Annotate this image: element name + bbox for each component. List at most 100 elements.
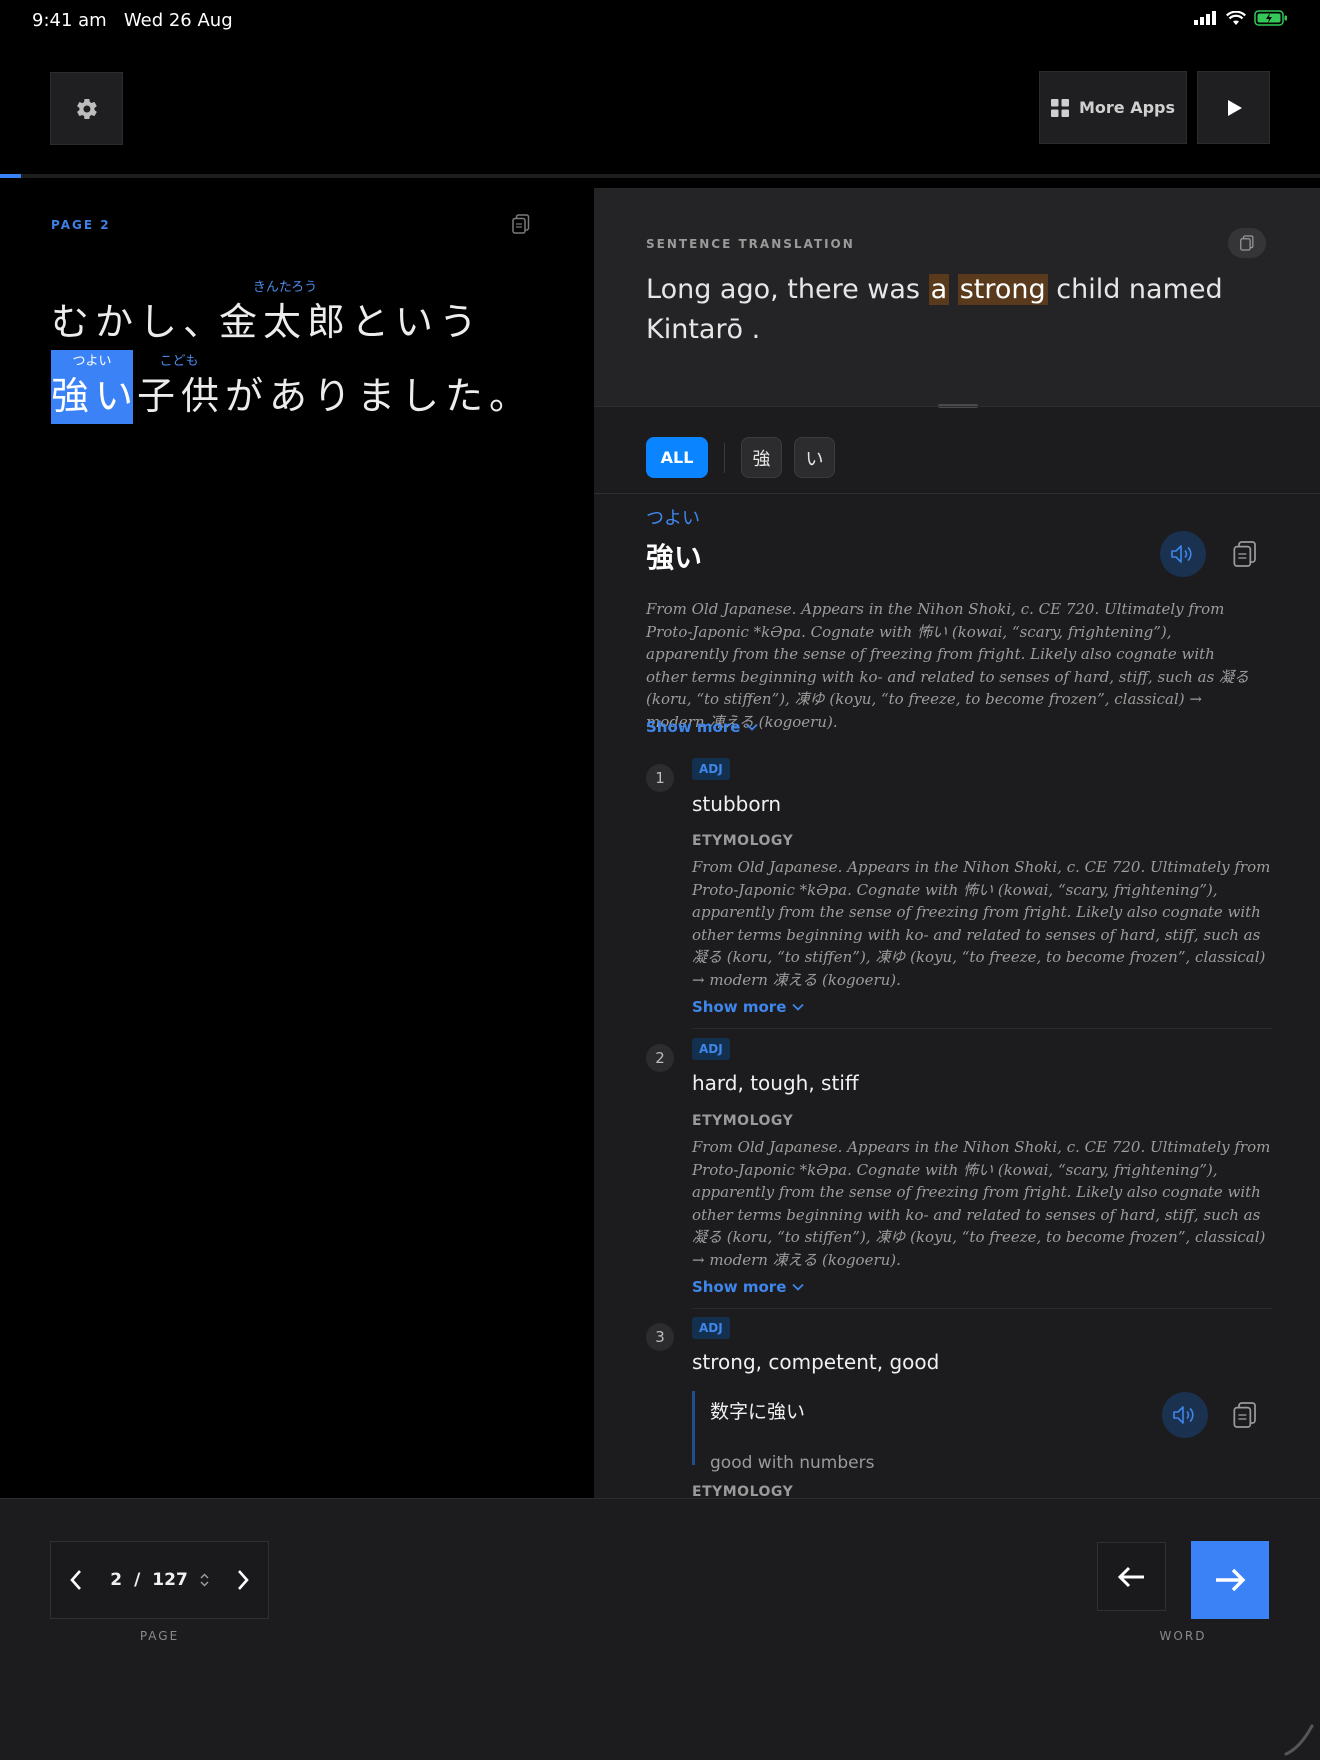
play-example-button[interactable] — [1162, 1392, 1208, 1438]
character-filter: ALL 強 い — [646, 437, 835, 478]
copy-icon — [1240, 235, 1254, 251]
gear-icon — [76, 98, 97, 119]
copy-icon — [1233, 1402, 1256, 1428]
more-apps-button[interactable]: More Apps — [1039, 71, 1187, 144]
text-line-1: むかし、 きんたろう 金太郎 という — [51, 276, 571, 350]
status-date: Wed 26 Aug — [123, 10, 233, 31]
translation-text-part: . — [743, 314, 761, 345]
status-icons — [1194, 10, 1288, 26]
reader-pane: PAGE 2 むかし、 きんたろう 金太郎 という つよい 強い こども 子供 … — [0, 178, 594, 1498]
page-separator: / — [134, 1570, 141, 1590]
etymology-label: ETYMOLOGY — [692, 1113, 794, 1129]
word-tsuyoi-selected[interactable]: つよい 強い — [51, 350, 133, 424]
text-line-2: つよい 強い こども 子供 がありました。 — [51, 350, 571, 424]
show-more-link[interactable]: Show more — [692, 998, 805, 1016]
word-text: がありました。 — [225, 374, 534, 418]
chevron-left-icon — [70, 1570, 81, 1590]
arrow-right-icon — [1216, 1568, 1246, 1592]
signal-icon — [1194, 11, 1216, 25]
copy-word-button[interactable] — [1230, 538, 1260, 570]
japanese-text: むかし、 きんたろう 金太郎 という つよい 強い こども 子供 がありました。 — [51, 276, 571, 424]
settings-button[interactable] — [50, 72, 123, 145]
play-pronunciation-button[interactable] — [1160, 531, 1206, 577]
speaker-icon — [1171, 545, 1192, 563]
copy-icon — [512, 214, 530, 234]
pos-badge: ADJ — [692, 758, 730, 780]
filter-all-chip[interactable]: ALL — [646, 437, 708, 478]
example-english: good with numbers — [710, 1453, 875, 1473]
word-gaarimashita[interactable]: がありました。 — [225, 350, 527, 424]
sense-etymology: From Old Japanese. Appears in the Nihon … — [692, 1138, 1271, 1269]
speaker-icon — [1173, 1406, 1194, 1424]
previous-word-button[interactable] — [1097, 1542, 1166, 1611]
sense-divider — [692, 1308, 1272, 1309]
show-more-link[interactable]: Show more — [692, 1278, 805, 1296]
translation-word-highlighted[interactable]: strong — [957, 274, 1048, 305]
sense-number: 3 — [646, 1323, 674, 1351]
word-mukashi[interactable]: むかし、 — [51, 276, 221, 350]
page-pager: 2 / 127 — [50, 1541, 269, 1619]
word-toiu[interactable]: という — [351, 276, 483, 350]
show-more-label: Show more — [692, 998, 787, 1016]
divider — [594, 493, 1320, 494]
play-button[interactable] — [1197, 71, 1270, 144]
show-more-label: Show more — [646, 718, 741, 736]
dictionary-pane: SENTENCE TRANSLATION Long ago, there was… — [594, 188, 1320, 1498]
sense-number: 1 — [646, 764, 674, 792]
previous-page-button[interactable] — [51, 1541, 101, 1619]
grid-icon — [1050, 98, 1069, 117]
sense-divider — [692, 1028, 1272, 1029]
show-more-label: Show more — [692, 1278, 787, 1296]
copy-example-button[interactable] — [1230, 1399, 1260, 1431]
word-text: 金太郎 — [219, 300, 352, 344]
chevron-down-icon — [746, 723, 759, 731]
bottom-bar: 2 / 127 PAGE WORD — [0, 1498, 1320, 1760]
word-kodomo[interactable]: こども 子供 — [137, 350, 221, 424]
filter-char-chip[interactable]: い — [794, 437, 835, 478]
show-more-link[interactable]: Show more — [646, 718, 759, 736]
example-japanese: 数字に強い — [710, 1401, 806, 1423]
word-text: という — [351, 300, 484, 344]
chevron-down-icon — [792, 1283, 805, 1291]
translation-text: Long ago, there was a strong child named… — [646, 270, 1266, 350]
chip-separator — [724, 442, 725, 473]
page-selector[interactable]: 2 / 127 — [101, 1570, 218, 1590]
next-page-button[interactable] — [218, 1541, 268, 1619]
word-caption: WORD — [1159, 1629, 1207, 1643]
sense-gloss: strong, competent, good — [692, 1350, 940, 1374]
translation-text-part — [949, 274, 958, 305]
next-word-button[interactable] — [1191, 1541, 1269, 1619]
copy-page-button[interactable] — [512, 214, 532, 236]
status-time: 9:41 am Wed 26 Aug — [32, 10, 233, 31]
word-title: 強い — [646, 541, 703, 574]
divider — [594, 406, 1320, 407]
chevron-up-down-icon — [200, 1573, 209, 1587]
translation-text-part: , there was — [770, 274, 929, 305]
sense-number: 2 — [646, 1044, 674, 1072]
translation-label: SENTENCE TRANSLATION — [646, 237, 855, 251]
chevron-right-icon — [238, 1570, 249, 1590]
pos-badge: ADJ — [692, 1317, 730, 1339]
translation-word[interactable]: Long ago — [646, 274, 770, 305]
etymology-label: ETYMOLOGY — [692, 1484, 794, 1498]
translation-word-highlighted[interactable]: a — [928, 274, 950, 305]
page-caption: PAGE — [139, 1629, 180, 1643]
word-reading: つよい — [646, 508, 700, 529]
word-kintaro[interactable]: きんたろう 金太郎 — [219, 276, 351, 350]
etymology-label: ETYMOLOGY — [692, 833, 794, 849]
copy-icon — [1233, 541, 1256, 567]
filter-char-chip[interactable]: 強 — [741, 437, 782, 478]
word-etymology: From Old Japanese. Appears in the Nihon … — [646, 600, 1250, 731]
copy-translation-button[interactable] — [1228, 228, 1266, 258]
top-bar: More Apps — [0, 42, 1320, 174]
sentence-translation: SENTENCE TRANSLATION Long ago, there was… — [594, 188, 1320, 406]
chevron-down-icon — [792, 1003, 805, 1011]
wifi-icon — [1226, 10, 1246, 25]
battery-icon — [1254, 10, 1287, 26]
word-text: 子供 — [137, 374, 226, 418]
play-icon — [1227, 99, 1242, 116]
sense-gloss: stubborn — [692, 792, 782, 816]
status-bar: 9:41 am Wed 26 Aug — [0, 0, 1320, 42]
word-text: 強い — [51, 374, 140, 418]
total-pages: 127 — [152, 1570, 188, 1590]
